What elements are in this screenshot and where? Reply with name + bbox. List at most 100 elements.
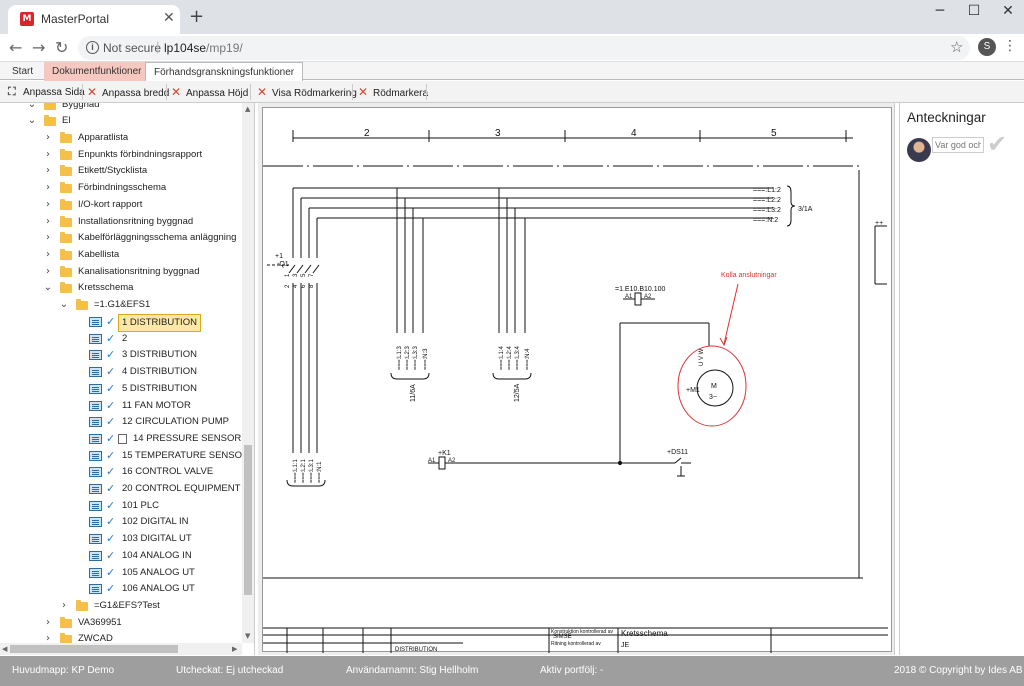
expand-arrow-icon[interactable]: ›: [43, 615, 53, 631]
url-field[interactable]: i Not secure | lp104se/mp19/ ☆: [78, 36, 970, 60]
fit-width-button[interactable]: ✕ Anpassa bredd: [87, 84, 169, 100]
tree-node[interactable]: › VA369951: [0, 615, 240, 631]
browser-tab[interactable]: M MasterPortal ✕: [8, 5, 180, 34]
sheet-item[interactable]: ✓ 4 DISTRIBUTION: [0, 364, 240, 380]
expand-arrow-icon[interactable]: ⌄: [27, 103, 37, 113]
sheet-item[interactable]: ✓ 104 ANALOG IN: [0, 548, 240, 564]
schematic-drawing: 2 3 4 5 ===:L1:2 ===:L2:2 ===:L3:2 ===:N:2 3/1A +…: [263, 128, 888, 653]
expand-arrow-icon[interactable]: ›: [59, 598, 69, 614]
sheet-item[interactable]: ✓ 105 ANALOG UT: [0, 565, 240, 581]
tree-node[interactable]: › =G1&EFS?Test: [0, 598, 240, 614]
drawing-label: 5: [301, 273, 307, 277]
sheet-item[interactable]: ✓ 102 DIGITAL IN: [0, 514, 240, 530]
scrollbar-thumb[interactable]: [244, 445, 252, 595]
tree-node[interactable]: › Förbindningsschema: [0, 180, 240, 196]
annotation-input[interactable]: [932, 137, 984, 153]
tree-horizontal-scrollbar[interactable]: ◀ ▶: [0, 643, 242, 655]
tree-label: I/O-kort rapport: [78, 198, 143, 210]
tab-preview-functions[interactable]: Förhandsgranskningsfunktioner: [145, 62, 304, 82]
drawing-label: 7: [309, 273, 315, 277]
expand-arrow-icon[interactable]: ›: [43, 214, 53, 230]
sheet-item[interactable]: ✓ 15 TEMPERATURE SENSOR: [0, 448, 249, 464]
redline-button[interactable]: ✕ Rödmarkera: [358, 84, 428, 100]
profile-avatar[interactable]: S: [978, 38, 996, 56]
expand-arrow-icon[interactable]: ›: [43, 180, 53, 196]
tree-node[interactable]: › Kabelförläggningsschema anläggning: [0, 230, 240, 246]
tree-node[interactable]: › Enpunkts förbindningsrapport: [0, 147, 240, 163]
collapse-arrow-icon[interactable]: ⌄: [43, 280, 53, 296]
browser-menu-icon[interactable]: ⋮: [1003, 38, 1017, 54]
submit-check-icon[interactable]: ✔: [987, 130, 1007, 158]
tree-node[interactable]: ⌄ Byggnad: [0, 103, 240, 113]
sheet-item[interactable]: ✓ 12 CIRCULATION PUMP: [0, 414, 240, 430]
sheet-item[interactable]: ✓ 11 FAN MOTOR: [0, 398, 240, 414]
scroll-left-icon[interactable]: ◀: [2, 645, 7, 653]
drawing-label: ===:L3:1: [309, 458, 315, 483]
tree-node[interactable]: › Installationsritning byggnad: [0, 214, 240, 230]
fit-page-button[interactable]: ⛶ Anpassa Sida: [8, 84, 85, 100]
annotations-panel: Anteckningar ✔: [899, 103, 1024, 655]
sheet-item[interactable]: ✓ 16 CONTROL VALVE: [0, 464, 240, 480]
drawing-label: 2: [285, 284, 291, 288]
scroll-right-icon[interactable]: ▶: [232, 645, 237, 653]
fit-height-button[interactable]: ✕ Anpassa Höjd: [171, 84, 248, 100]
sheet-item[interactable]: ✓ 101 PLC: [0, 498, 240, 514]
show-redline-label: Visa Rödmarkering: [272, 88, 357, 99]
sheet-item[interactable]: ✓ 14 PRESSURE SENSOR: [0, 431, 241, 447]
expand-arrow-icon[interactable]: ›: [43, 130, 53, 146]
expand-arrow-icon[interactable]: ›: [43, 247, 53, 263]
bookmark-star-icon[interactable]: ☆: [950, 38, 963, 56]
tree-node[interactable]: ⌄ Kretsschema: [0, 280, 240, 296]
expand-arrow-icon[interactable]: ›: [43, 147, 53, 163]
expand-arrow-icon[interactable]: ›: [43, 230, 53, 246]
new-tab-icon[interactable]: +: [189, 6, 204, 27]
collapse-arrow-icon[interactable]: ⌄: [59, 297, 69, 313]
tree-node[interactable]: › Etikett/Stycklista: [0, 163, 240, 179]
scroll-up-icon[interactable]: ▲: [245, 105, 250, 113]
close-tab-icon[interactable]: ✕: [163, 10, 175, 26]
back-icon[interactable]: ←: [9, 38, 22, 57]
tab-document-functions[interactable]: Dokumentfunktioner: [44, 62, 150, 81]
maximize-icon[interactable]: ☐: [963, 3, 985, 25]
tree-vertical-scrollbar[interactable]: ▲ ▼: [242, 103, 254, 643]
sheet-item[interactable]: ✓ 2: [0, 331, 240, 347]
sheet-label: 20 CONTROL EQUIPMENT: [122, 483, 241, 494]
tab-start[interactable]: Start: [4, 62, 41, 81]
close-window-icon[interactable]: ✕: [997, 3, 1019, 25]
minimize-icon[interactable]: ─: [929, 3, 951, 25]
document-icon: [89, 500, 102, 511]
sheet-item[interactable]: ✓ 5 DISTRIBUTION: [0, 381, 240, 397]
tree-node[interactable]: › I/O-kort rapport: [0, 197, 240, 213]
schematic-sheet[interactable]: 2 3 4 5 ===:L1:2 ===:L2:2 ===:L3:2 ===:N:2 3/1A +…: [262, 107, 892, 653]
tree-node[interactable]: › Kanalisationsritning byggnad: [0, 264, 240, 280]
expand-arrow-icon[interactable]: ›: [43, 264, 53, 280]
document-icon: [89, 567, 102, 578]
redline-icon: ✕: [358, 85, 369, 99]
scrollbar-thumb[interactable]: [10, 645, 178, 653]
drawing-label: ===:N:3: [423, 348, 429, 370]
sheet-item[interactable]: ✓ 1 DISTRIBUTION: [0, 314, 240, 332]
forward-icon[interactable]: →: [32, 38, 45, 57]
sheet-item[interactable]: ✓ 103 DIGITAL UT: [0, 531, 240, 547]
expand-arrow-icon[interactable]: ›: [43, 197, 53, 213]
document-icon: [89, 517, 102, 528]
sheet-item[interactable]: ✓ 3 DISTRIBUTION: [0, 347, 240, 363]
sheet-item[interactable]: ✓ 20 CONTROL EQUIPMENT: [0, 481, 240, 497]
reload-icon[interactable]: ↻: [55, 38, 68, 57]
sheet-label: 11 FAN MOTOR: [122, 399, 191, 411]
tree-node[interactable]: › Kabellista: [0, 247, 240, 263]
expand-arrow-icon[interactable]: ›: [43, 163, 53, 179]
scroll-down-icon[interactable]: ▼: [245, 632, 250, 640]
info-icon[interactable]: i: [86, 41, 99, 54]
drawing-viewer[interactable]: 2 3 4 5 ===:L1:2 ===:L2:2 ===:L3:2 ===:N:2 3/1A +…: [258, 103, 895, 655]
tree-node[interactable]: ⌄ El: [0, 113, 240, 129]
show-redline-button[interactable]: ✕ Visa Rödmarkering: [257, 84, 357, 100]
approved-check-icon: ✓: [106, 365, 116, 379]
sheet-item[interactable]: ✓ 106 ANALOG UT: [0, 581, 240, 597]
collapse-arrow-icon[interactable]: ⌄: [27, 113, 37, 129]
document-icon: [89, 484, 102, 494]
sheet-label: 15 TEMPERATURE SENSOR: [122, 449, 249, 461]
tree-node[interactable]: ⌄ =1.G1&EFS1: [0, 297, 240, 313]
tree-node[interactable]: › Apparatlista: [0, 130, 240, 146]
drawing-label: U V W: [699, 348, 705, 366]
